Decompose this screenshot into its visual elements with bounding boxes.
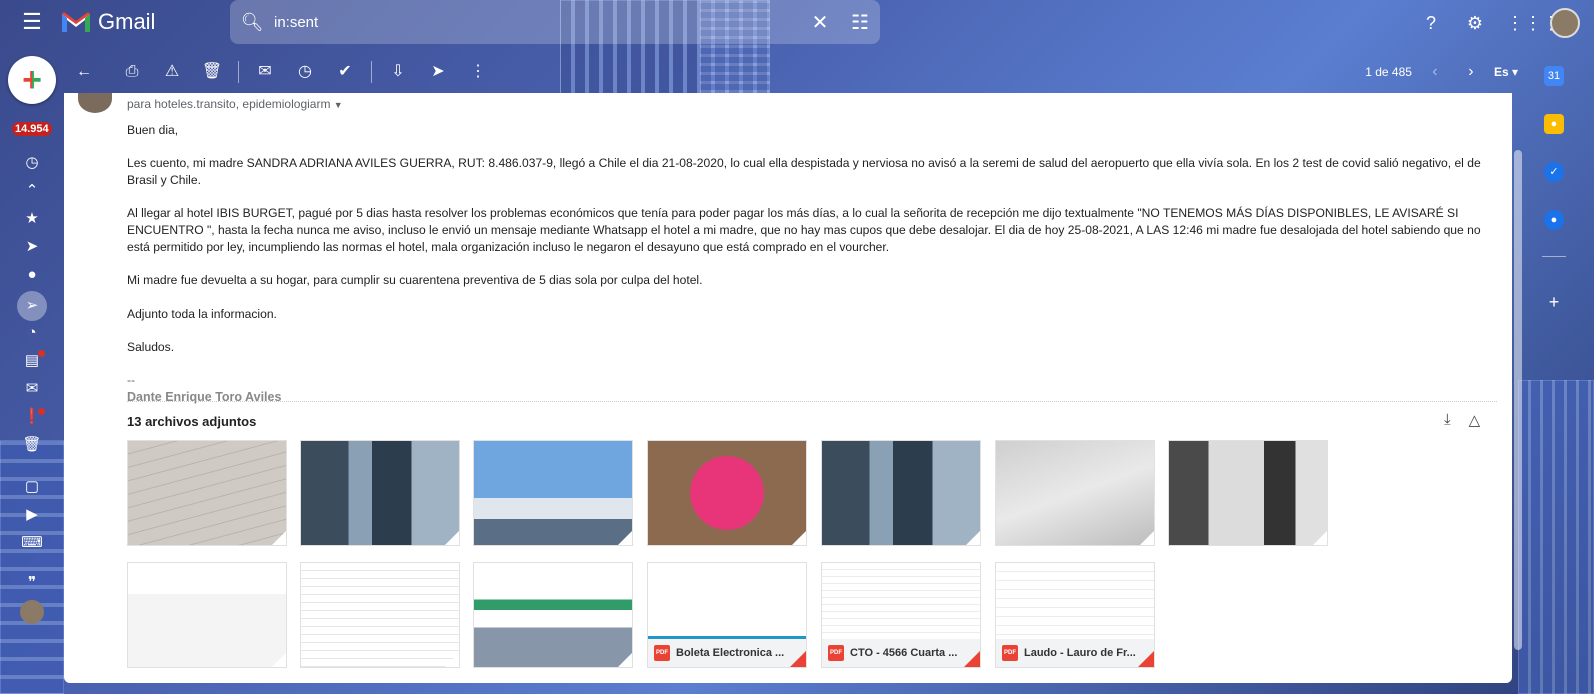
pdf-attachment-bar: PDF Laudo - Lauro de Fr... [996,639,1154,667]
pdf-icon: PDF [654,645,670,661]
chat-avatar[interactable] [20,600,44,624]
pdf-attachment[interactable]: PDF Boleta Electronica ... [647,562,807,668]
sent-icon[interactable]: ➢ [17,291,47,321]
greeting: Buen dia, [127,123,179,137]
gear-icon[interactable]: ⚙ [1462,10,1488,36]
pdf-icon: PDF [828,645,844,661]
add-addon-icon[interactable]: + [1544,292,1564,312]
menu-icon[interactable]: ☰ [18,9,46,35]
label-icon[interactable]: ➤ [418,56,458,88]
save-to-drive-icon[interactable]: △ [1469,411,1481,429]
spam-dot [38,408,45,415]
star-icon[interactable]: ★ [20,208,44,230]
scrollbar[interactable] [1514,150,1522,650]
attachment-thumbnail[interactable] [473,562,633,668]
scheduled-icon[interactable]: ◔ [20,322,44,344]
meet-icon[interactable]: ▢ [20,476,44,498]
pdf-attachment[interactable]: PDF Laudo - Lauro de Fr... [995,562,1155,668]
video-icon[interactable]: ▶ [20,504,44,526]
trash-icon[interactable]: 🗑︎ [20,434,44,456]
delete-icon[interactable]: 🗑︎ [192,56,232,88]
add-task-icon[interactable]: ✔ [325,56,365,88]
mark-unread-icon[interactable]: ✉ [245,56,285,88]
keyboard-icon[interactable]: ⌨ [20,532,44,554]
attachment-thumbnail[interactable] [127,440,287,546]
pdf-icon: PDF [1002,645,1018,661]
next-icon[interactable]: › [1458,63,1484,81]
body-paragraph: Al llegar al hotel IBIS BURGET, pagué po… [127,206,1481,254]
message-toolbar: ← ⎙ ⚠ 🗑︎ ✉ ◷ ✔ ⇩ ➤ ⋮ 1 de 485 ‹ › Es ▾ [64,56,1518,88]
attachments-title: 13 archivos adjuntos [127,414,257,429]
archive-icon[interactable]: ⎙ [112,56,152,88]
sender-avatar[interactable] [78,93,112,113]
more-options-icon[interactable]: ⋮ [458,56,498,88]
drafts-dot [38,350,45,357]
account-avatar[interactable] [1550,8,1580,38]
gmail-m-icon [62,12,90,32]
pdf-attachment-bar: PDF Boleta Electronica ... [648,639,806,667]
search-input[interactable] [274,13,800,31]
top-bar: ☰ Gmail 🔍︎ ✕ ☷ ? ⚙ ⋮⋮⋮ [0,0,1594,44]
body-paragraph: Les cuento, mi madre SANDRA ADRIANA AVIL… [127,156,1481,188]
close-icon[interactable]: ✕ [800,10,840,35]
download-all-icon[interactable]: ⤓ [1444,411,1451,429]
attachment-thumbnail[interactable] [127,562,287,668]
body-paragraph: Mi madre fue devuelta a su hogar, para c… [127,273,703,288]
attachment-thumbnail[interactable] [300,562,460,668]
attachment-thumbnail[interactable] [821,440,981,546]
attachment-thumbnail[interactable] [647,440,807,546]
pdf-filename: Laudo - Lauro de Fr... [1024,647,1136,659]
plus-icon: + [22,61,42,99]
app-name: Gmail [98,9,156,34]
signature-separator: -- [127,373,136,388]
pdf-filename: CTO - 4566 Cuarta ... [850,647,958,659]
body-paragraph: Adjunto toda la informacion. [127,306,277,321]
chevron-down-icon[interactable]: ▼ [334,100,343,110]
recipients-line[interactable]: para hoteles.transito, epidemiologiarm ▼ [127,97,343,111]
attachment-thumbnail[interactable] [300,440,460,546]
search-icon[interactable]: 🔍︎ [230,12,274,33]
report-spam-icon[interactable]: ⚠ [152,56,192,88]
attachment-thumbnail[interactable] [995,440,1155,546]
gmail-logo[interactable]: Gmail [60,6,155,38]
help-icon[interactable]: ? [1418,10,1444,36]
body-paragraph: Saludos. [127,340,175,355]
hangouts-icon[interactable]: ❞ [20,572,44,594]
chevron-up-icon[interactable]: ⌃ [20,180,44,202]
keep-icon[interactable]: ● [1544,114,1564,134]
snooze-icon[interactable]: ◷ [285,56,325,88]
language-select[interactable]: Es ▾ [1494,65,1518,79]
pdf-filename: Boleta Electronica ... [676,647,785,659]
calendar-icon[interactable]: 31 [1544,66,1564,86]
pdf-attachment-bar: PDF CTO - 4566 Cuarta ... [822,639,980,667]
attachments-divider [127,401,1497,402]
tasks-icon[interactable]: ✓ [1544,162,1564,182]
email-body: Buen dia, Les cuento, mi madre SANDRA AD… [127,122,1497,406]
attachment-thumbnail[interactable] [473,440,633,546]
mail-icon[interactable]: ✉ [20,378,44,400]
signature-name: Dante Enrique Toro Aviles [127,390,282,405]
back-arrow-icon[interactable]: ← [64,56,104,88]
unread-count-badge: 14.954 [12,122,52,136]
search-bar: 🔍︎ ✕ ☷ [230,0,880,44]
move-to-icon[interactable]: ⇩ [378,56,418,88]
tune-icon[interactable]: ☷ [840,10,880,35]
pagination-text: 1 de 485 [1365,65,1412,79]
clock-icon[interactable]: ◷ [20,152,44,174]
chat-icon[interactable]: ● [20,264,44,286]
label-important-icon[interactable]: ➤ [20,236,44,258]
email-view: para hoteles.transito, epidemiologiarm ▼… [64,93,1512,683]
contacts-icon[interactable]: ● [1544,210,1564,230]
pdf-attachment[interactable]: PDF CTO - 4566 Cuarta ... [821,562,981,668]
previous-icon[interactable]: ‹ [1422,63,1448,81]
compose-button[interactable]: + [8,56,56,104]
apps-grid-icon[interactable]: ⋮⋮⋮ [1506,10,1560,36]
attachment-thumbnail[interactable] [1168,440,1328,546]
